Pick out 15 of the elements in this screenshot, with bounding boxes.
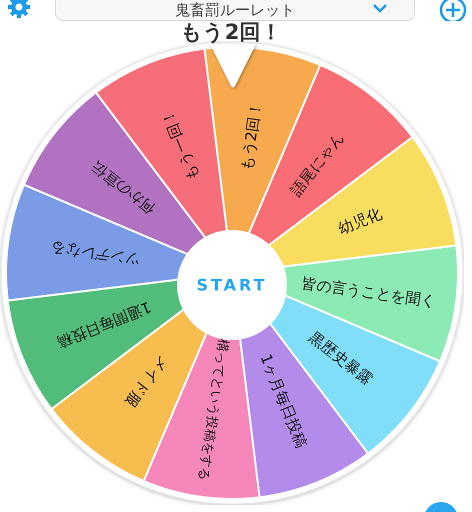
segment-label: 何かの宣伝	[88, 158, 158, 218]
segment-label: 幼児化	[336, 204, 384, 238]
segment-label: ツンデレなる	[50, 238, 142, 269]
segment-label: 皆の言うことを聞く	[300, 274, 437, 310]
roulette-dropdown[interactable]: 鬼畜罰ルーレット	[55, 0, 415, 21]
segment-label: 構ってという投稿をする	[195, 338, 230, 482]
add-icon[interactable]	[438, 0, 468, 21]
segment-label: もう一回！	[158, 106, 203, 184]
segment-label: 1週間毎日投稿	[54, 298, 154, 352]
chevron-icon	[372, 2, 388, 14]
result-text: もう2回！	[180, 20, 282, 44]
segment-label: 語尾にゃん	[286, 129, 348, 200]
settings-icon[interactable]	[6, 0, 32, 20]
segment-label: メイド服	[121, 352, 173, 411]
segment-label: もう2回！	[237, 100, 265, 172]
